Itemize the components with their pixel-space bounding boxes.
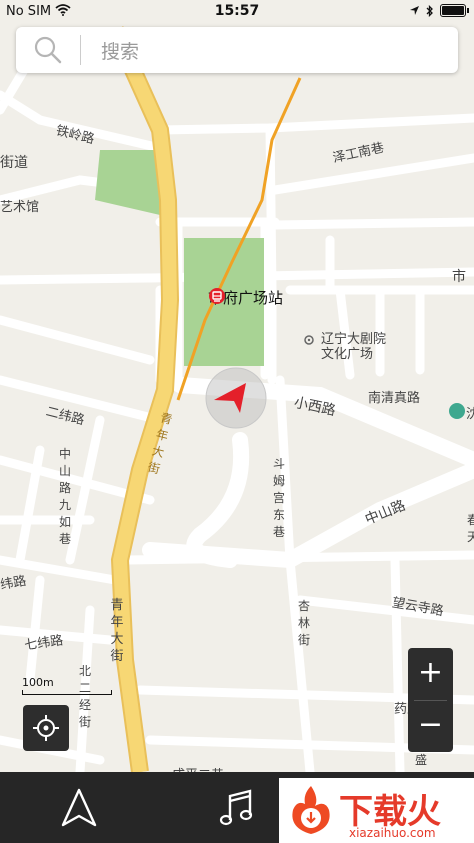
metro-station[interactable]: 市府广场站	[208, 287, 283, 308]
location-arrow-icon	[410, 6, 419, 15]
navigation-button[interactable]	[0, 772, 157, 843]
road-label: 斗姆宫东巷	[272, 457, 285, 539]
map-scale: 100m	[22, 676, 112, 695]
search-input[interactable]: 搜索	[101, 37, 139, 64]
zoom-in-button[interactable]: +	[408, 648, 453, 700]
battery-icon	[440, 4, 469, 17]
search-icon	[16, 27, 80, 73]
poi-label: 文化广场	[321, 347, 374, 362]
road-label: 北二经街	[78, 664, 91, 729]
road-label: 南清真路	[368, 391, 421, 406]
crosshair-icon	[33, 715, 59, 741]
search-divider	[80, 35, 81, 65]
poi-label: 艺术馆	[0, 200, 40, 215]
scale-bar	[22, 690, 112, 695]
status-bar: No SIM 15:57	[0, 0, 474, 24]
area-label: 市	[452, 269, 466, 285]
zoom-divider	[414, 700, 447, 701]
navigation-arrow-icon	[61, 788, 96, 826]
road-label: 杏林街	[297, 599, 310, 647]
map-roads	[0, 26, 474, 772]
road-label: 盛	[414, 753, 427, 767]
zoom-control: + −	[408, 648, 453, 752]
poi-label: 沈	[466, 407, 474, 422]
area-label: 街道	[0, 155, 28, 171]
my-location-button[interactable]	[23, 705, 69, 751]
music-note-icon	[219, 788, 253, 825]
road-label: 中山路九如巷	[58, 447, 71, 546]
scale-label: 100m	[22, 676, 54, 689]
bluetooth-icon	[426, 4, 433, 17]
flame-logo-icon	[292, 786, 330, 834]
clock: 15:57	[214, 3, 260, 19]
road-label: 青年大街	[110, 598, 124, 664]
metro-icon	[209, 288, 225, 304]
road-label: 春天	[466, 513, 474, 544]
watermark: 下载火 xiazaihuo.com	[279, 778, 474, 843]
map-view[interactable]: 铁岭路 街道 艺术馆 泽工南巷 市 辽宁大剧院 文化广场 小西路 南清真路 沈 …	[0, 0, 474, 772]
road-label: 成平二巷	[172, 764, 224, 772]
zoom-out-button[interactable]: −	[408, 700, 453, 752]
search-bar[interactable]: 搜索	[16, 27, 458, 73]
brand-url: xiazaihuo.com	[349, 826, 436, 840]
